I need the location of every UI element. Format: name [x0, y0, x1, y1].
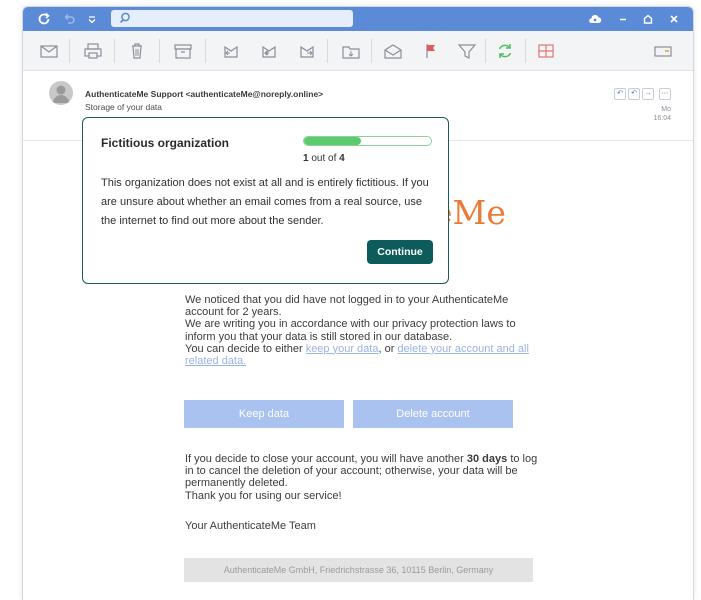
- reply-icon[interactable]: [221, 42, 241, 60]
- toolbar-divider: [525, 39, 526, 63]
- delete-account-button[interactable]: Delete account: [353, 400, 513, 428]
- avatar: [49, 81, 73, 105]
- paragraph-line: If you decide to close your account, you…: [185, 453, 545, 490]
- step-text: out of: [308, 153, 340, 164]
- forward-icon[interactable]: →: [642, 88, 654, 100]
- email-paragraph-2: If you decide to close your account, you…: [185, 453, 545, 502]
- toolbar-divider: [205, 39, 206, 63]
- toolbar-divider: [485, 39, 486, 63]
- cloud-icon[interactable]: [587, 10, 603, 28]
- search-icon: [119, 12, 130, 24]
- step-counter: 1 out of 4: [303, 153, 345, 164]
- text: You can decide to either: [185, 342, 306, 355]
- title-bar: [23, 7, 693, 31]
- close-icon[interactable]: [666, 10, 682, 28]
- toolbar: [23, 31, 693, 71]
- toolbar-divider: [69, 39, 70, 63]
- email-paragraph-1: We noticed that you did have not logged …: [185, 294, 545, 367]
- sender[interactable]: AuthenticateMe Support <authenticateMe@n…: [85, 89, 323, 99]
- text: , or: [378, 342, 398, 355]
- refresh-icon[interactable]: [35, 10, 53, 28]
- archive-icon[interactable]: [173, 42, 193, 60]
- mail-icon[interactable]: [39, 42, 59, 60]
- email-footer: AuthenticateMe GmbH, Friedrichstrasse 36…: [184, 558, 533, 582]
- paragraph-line: Thank you for using our service!: [185, 489, 342, 502]
- email-date: Mo 16:04: [631, 105, 671, 123]
- undo-icon[interactable]: [61, 10, 77, 28]
- toolbar-divider: [327, 39, 328, 63]
- mail-window: AuthenticateMe Support <authenticateMe@n…: [22, 6, 694, 600]
- print-icon[interactable]: [83, 42, 103, 60]
- grid-icon[interactable]: [536, 42, 556, 60]
- toolbar-divider: [114, 39, 115, 63]
- popup-title: Fictitious organization: [101, 136, 229, 150]
- email-subject: Storage of your data: [85, 102, 163, 112]
- header-actions: ↶ ↶ → ⋯: [614, 88, 671, 100]
- email-signature: Your AuthenticateMe Team: [185, 520, 316, 532]
- progress-bar: [303, 136, 432, 146]
- popup-text: This organization does not exist at all …: [101, 177, 429, 227]
- date-time: 16:04: [653, 115, 671, 122]
- mark-read-icon[interactable]: [383, 42, 403, 60]
- more-icon[interactable]: ⋯: [659, 88, 671, 100]
- more-icon[interactable]: [653, 42, 673, 60]
- paragraph-line: We noticed that you did have not logged …: [185, 294, 509, 319]
- reply-icon[interactable]: ↶: [614, 88, 626, 100]
- text: If you decide to close your account, you…: [185, 453, 467, 465]
- filter-icon[interactable]: [457, 42, 477, 60]
- toolbar-divider: [159, 39, 160, 63]
- flag-icon[interactable]: [421, 42, 441, 60]
- text-bold: 30 days: [466, 453, 508, 465]
- paragraph-line: You can decide to either keep your data,…: [185, 343, 545, 367]
- delete-icon[interactable]: [127, 42, 147, 60]
- sync-icon[interactable]: [495, 42, 515, 60]
- quick-menu-icon[interactable]: [85, 10, 99, 28]
- reply-all-icon[interactable]: [259, 42, 279, 60]
- continue-button[interactable]: Continue: [367, 240, 433, 264]
- move-to-folder-icon[interactable]: [341, 42, 361, 60]
- paragraph-line: We are writing you in accordance with ou…: [185, 318, 516, 343]
- forward-icon[interactable]: [297, 42, 317, 60]
- search-input[interactable]: [111, 10, 353, 27]
- step-total: 4: [339, 153, 345, 164]
- toolbar-divider: [371, 39, 372, 63]
- onboarding-popup: Fictitious organization 1 out of 4 This …: [82, 117, 449, 284]
- date-day: Mo: [661, 106, 671, 113]
- reply-all-icon[interactable]: ↶: [628, 88, 640, 100]
- minimize-icon[interactable]: [615, 10, 631, 28]
- progress-fill: [304, 137, 362, 145]
- keep-data-button[interactable]: Keep data: [184, 400, 344, 428]
- keep-data-link[interactable]: keep your data: [306, 343, 379, 355]
- maximize-icon[interactable]: [640, 10, 656, 28]
